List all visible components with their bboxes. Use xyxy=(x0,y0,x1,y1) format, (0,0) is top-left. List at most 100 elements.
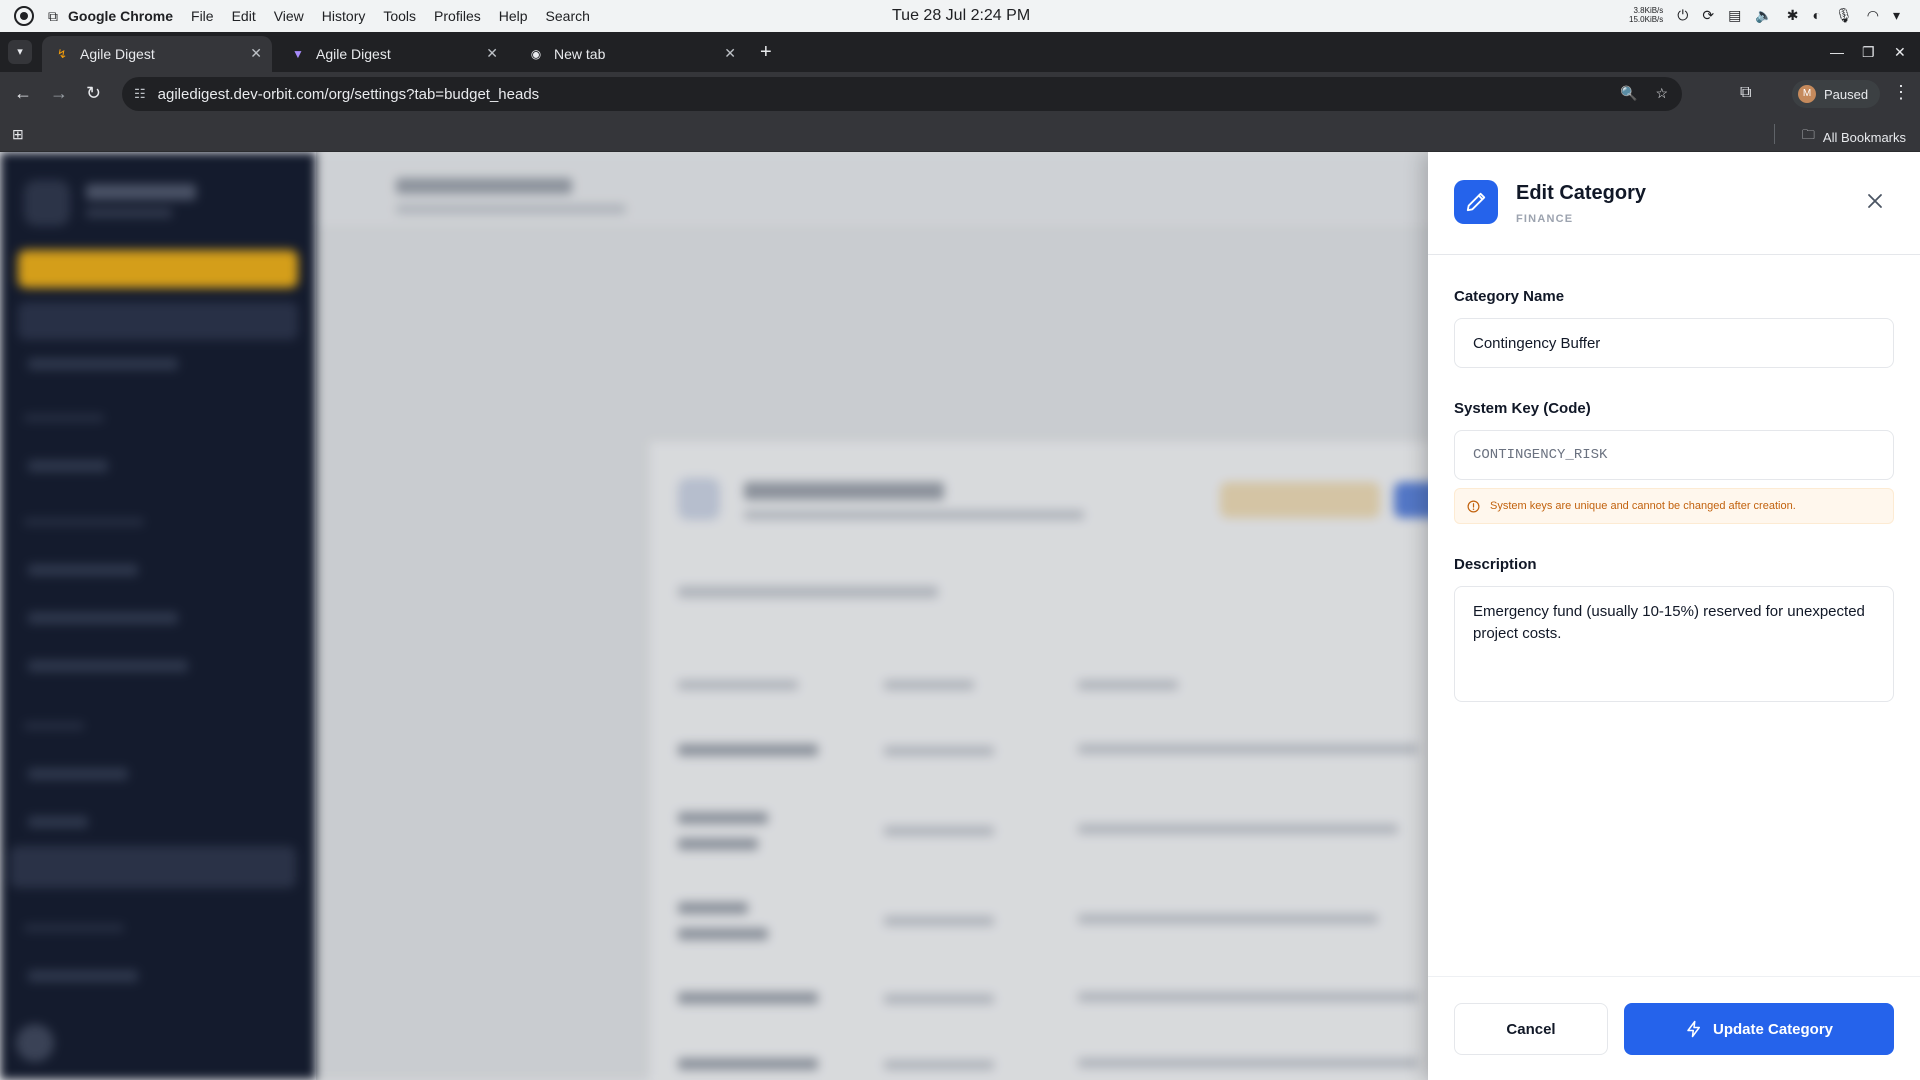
network-speed: 3.8KiB/s 15.0KiB/s xyxy=(1629,6,1663,24)
system-key-input[interactable] xyxy=(1454,430,1894,480)
minimize-icon[interactable]: — xyxy=(1830,44,1844,60)
sidebar-section xyxy=(24,924,124,932)
browser-toolbar: ← → ↻ ☷ agiledigest.dev-orbit.com/org/se… xyxy=(0,72,1920,116)
sidebar-section xyxy=(24,414,104,422)
web-page: Edit Category FINANCE Category Name Syst… xyxy=(0,152,1920,1080)
sidebar-cta xyxy=(18,250,298,288)
url-text[interactable]: agiledigest.dev-orbit.com/org/settings?t… xyxy=(158,86,540,103)
tab-title: Agile Digest xyxy=(80,46,155,62)
clipboard-icon[interactable]: ▤ xyxy=(1728,7,1741,24)
tab-search-button[interactable]: ▾ xyxy=(8,40,32,64)
forward-arrow-icon[interactable]: → xyxy=(50,84,68,102)
clock[interactable]: Tue 28 Jul 2:24 PM xyxy=(892,7,1030,25)
drawer-subtitle: FINANCE xyxy=(1516,213,1574,225)
user-avatar xyxy=(16,1024,54,1062)
system-key-label: System Key (Code) xyxy=(1454,400,1591,417)
all-bookmarks-label: All Bookmarks xyxy=(1822,129,1906,145)
net-up: 3.8KiB/s xyxy=(1633,6,1664,15)
new-tab-button[interactable]: + xyxy=(760,42,772,62)
back-arrow-icon[interactable]: ← xyxy=(14,84,32,102)
app-name: Google Chrome xyxy=(68,8,174,24)
tab-new-tab[interactable]: ◉ New tab ✕ xyxy=(516,36,746,72)
profile-button[interactable]: M Paused xyxy=(1792,80,1881,108)
menu-search[interactable]: Search xyxy=(546,8,590,24)
menu-help[interactable]: Help xyxy=(499,8,528,24)
menu-edit[interactable]: Edit xyxy=(232,8,256,24)
system-key-warning-text: System keys are unique and cannot be cha… xyxy=(1490,500,1796,512)
menu-file[interactable]: File xyxy=(191,8,214,24)
window-switch-icon[interactable]: ⧉ xyxy=(48,8,58,25)
wifi-icon[interactable]: ◠ xyxy=(1867,7,1879,24)
tab-title: Agile Digest xyxy=(316,46,391,62)
avatar: M xyxy=(1798,85,1816,103)
bookmarks-bar: ⊞ 🗀 All Bookmarks xyxy=(0,116,1920,152)
sidebar-item xyxy=(28,460,108,472)
menu-history[interactable]: History xyxy=(322,8,366,24)
os-menu-bar: ⧉ Google Chrome File Edit View History T… xyxy=(0,0,1920,32)
close-icon xyxy=(1868,194,1882,208)
sidebar-section xyxy=(24,518,144,526)
chevron-down-icon[interactable]: ▾ xyxy=(1893,7,1900,24)
menu-tools[interactable]: Tools xyxy=(383,8,416,24)
zoom-icon[interactable]: 🔍 xyxy=(1620,85,1637,102)
system-key-warning: System keys are unique and cannot be cha… xyxy=(1454,488,1894,524)
all-bookmarks-button[interactable]: 🗀 All Bookmarks xyxy=(1802,126,1906,148)
lightning-icon xyxy=(1687,1020,1700,1038)
cancel-button[interactable]: Cancel xyxy=(1454,1003,1608,1055)
microphone-icon[interactable]: 🎙 xyxy=(1835,7,1853,24)
sidebar-section xyxy=(24,722,84,730)
site-info-icon[interactable]: ☷ xyxy=(134,86,146,102)
apps-grid-icon[interactable]: ⊞ xyxy=(12,126,24,143)
close-window-icon[interactable]: ✕ xyxy=(1894,44,1906,61)
app-sidebar xyxy=(0,152,316,1080)
close-tab-icon[interactable]: ✕ xyxy=(724,45,736,62)
system-tray: 3.8KiB/s 15.0KiB/s ⏻ ⟳ ▤ 🔈 ✱ ◐ 🎙 ◠ ▾ xyxy=(1629,6,1900,24)
app-menu: File Edit View History Tools Profiles He… xyxy=(191,8,590,24)
extensions-icon[interactable]: ⧉ xyxy=(1740,84,1751,102)
volume-icon[interactable]: 🔈 xyxy=(1755,7,1772,24)
sidebar-item xyxy=(28,564,138,576)
description-textarea[interactable]: Emergency fund (usually 10-15%) reserved… xyxy=(1454,586,1894,702)
update-category-button[interactable]: Update Category xyxy=(1624,1003,1894,1055)
menu-view[interactable]: View xyxy=(274,8,304,24)
chrome-favicon-icon: ◉ xyxy=(530,47,542,61)
tab-title: New tab xyxy=(554,46,606,62)
pencil-icon xyxy=(1454,180,1498,224)
address-bar[interactable]: ☷ agiledigest.dev-orbit.com/org/settings… xyxy=(122,77,1682,111)
sidebar-item xyxy=(28,358,178,370)
sidebar-item xyxy=(28,660,188,672)
tab-agile-digest-2[interactable]: ▼ Agile Digest ✕ xyxy=(278,36,508,72)
menu-profiles[interactable]: Profiles xyxy=(434,8,481,24)
close-tab-icon[interactable]: ✕ xyxy=(250,45,262,62)
folder-icon: 🗀 xyxy=(1801,127,1815,142)
prism-favicon-icon: ▼ xyxy=(292,47,304,61)
restore-icon[interactable]: ❐ xyxy=(1862,44,1875,61)
bluetooth-icon[interactable]: ✱ xyxy=(1787,7,1799,24)
sync-icon[interactable]: ⟳ xyxy=(1702,7,1714,24)
sidebar-item xyxy=(28,612,178,624)
power-icon[interactable]: ⏻ xyxy=(1677,7,1688,24)
tab-agile-digest-1[interactable]: ↯ Agile Digest ✕ xyxy=(42,36,272,72)
description-label: Description xyxy=(1454,556,1537,573)
category-name-input[interactable] xyxy=(1454,318,1894,368)
sidebar-item xyxy=(28,768,128,780)
reload-icon[interactable]: ↻ xyxy=(86,84,101,102)
profile-status: Paused xyxy=(1824,86,1869,102)
info-circle-icon xyxy=(1467,500,1480,512)
org-logo xyxy=(24,180,70,226)
drawer-title: Edit Category xyxy=(1516,182,1647,204)
category-name-label: Category Name xyxy=(1454,288,1565,305)
org-sub-placeholder xyxy=(86,208,172,218)
modal-backdrop[interactable] xyxy=(316,152,1428,1080)
drawer-footer: Cancel Update Category xyxy=(1428,976,1920,1080)
net-down: 15.0KiB/s xyxy=(1629,15,1664,24)
bookmark-star-icon[interactable]: ☆ xyxy=(1655,85,1668,102)
tab-strip: ▾ ↯ Agile Digest ✕ ▼ Agile Digest ✕ ◉ Ne… xyxy=(0,32,1920,72)
chrome-menu-icon[interactable]: ⋮ xyxy=(1892,82,1910,103)
close-drawer-button[interactable] xyxy=(1862,188,1888,214)
brightness-icon[interactable]: ◐ xyxy=(1813,7,1821,23)
edit-category-drawer: Edit Category FINANCE Category Name Syst… xyxy=(1428,152,1920,1080)
close-tab-icon[interactable]: ✕ xyxy=(486,45,498,62)
sidebar-search xyxy=(18,302,298,340)
os-logo-icon[interactable] xyxy=(14,6,34,26)
